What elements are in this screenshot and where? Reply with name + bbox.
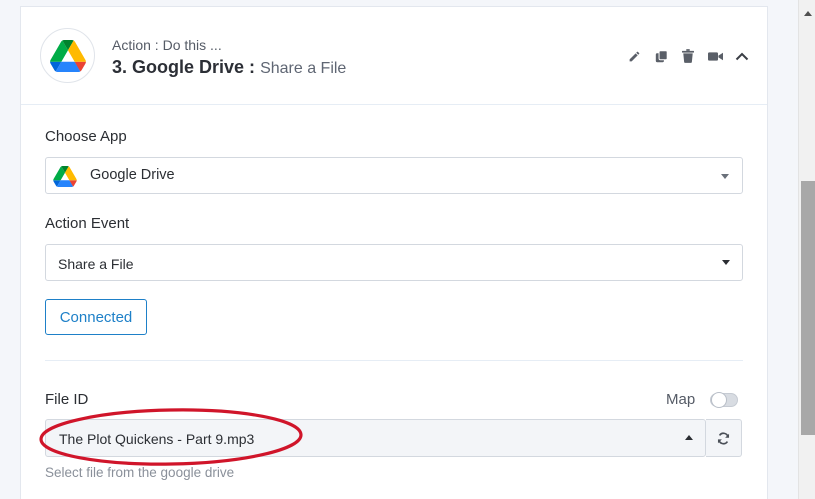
caret-down-icon xyxy=(722,260,730,265)
choose-app-value: Google Drive xyxy=(90,167,175,183)
file-id-label: File ID xyxy=(45,391,89,408)
copy-icon[interactable] xyxy=(653,48,669,64)
video-icon[interactable] xyxy=(707,48,723,64)
step-app-title: 3. Google Drive : xyxy=(112,57,256,77)
page: Action : Do this ... 3. Google Drive : S… xyxy=(0,0,815,499)
step-subtitle: Action : Do this ... xyxy=(112,37,222,53)
caret-up-icon xyxy=(685,435,693,440)
map-toggle-knob xyxy=(711,392,727,408)
pencil-icon[interactable] xyxy=(626,48,642,64)
chevron-down-icon xyxy=(721,174,729,179)
google-drive-logo xyxy=(40,28,95,83)
action-event-select[interactable]: Share a File xyxy=(45,244,743,281)
step-title: 3. Google Drive : Share a File xyxy=(112,57,346,78)
chevron-up-icon[interactable] xyxy=(734,48,750,64)
map-toggle[interactable] xyxy=(710,392,738,408)
trash-icon[interactable] xyxy=(680,48,696,64)
step-actions xyxy=(626,48,750,64)
file-id-help: Select file from the google drive xyxy=(45,465,235,480)
refresh-icon xyxy=(717,431,730,445)
connected-button[interactable]: Connected xyxy=(45,299,147,335)
action-step-card: Action : Do this ... 3. Google Drive : S… xyxy=(20,6,768,499)
choose-app-select[interactable]: Google Drive xyxy=(45,157,743,194)
file-id-value: The Plot Quickens - Part 9.mp3 xyxy=(59,431,255,447)
file-id-select[interactable]: The Plot Quickens - Part 9.mp3 xyxy=(45,419,706,457)
section-divider xyxy=(45,360,743,361)
action-event-label: Action Event xyxy=(45,215,130,232)
scrollbar[interactable] xyxy=(798,0,815,499)
step-event-title: Share a File xyxy=(260,60,347,77)
google-drive-icon xyxy=(53,166,77,187)
step-header[interactable]: Action : Do this ... 3. Google Drive : S… xyxy=(21,7,767,105)
scrollbar-thumb[interactable] xyxy=(801,181,815,435)
scroll-up-arrow-icon[interactable] xyxy=(804,11,812,16)
map-label: Map xyxy=(666,391,696,408)
choose-app-label: Choose App xyxy=(45,128,127,145)
google-drive-icon xyxy=(49,39,86,72)
action-event-value: Share a File xyxy=(58,256,134,272)
refresh-button[interactable] xyxy=(706,419,742,457)
